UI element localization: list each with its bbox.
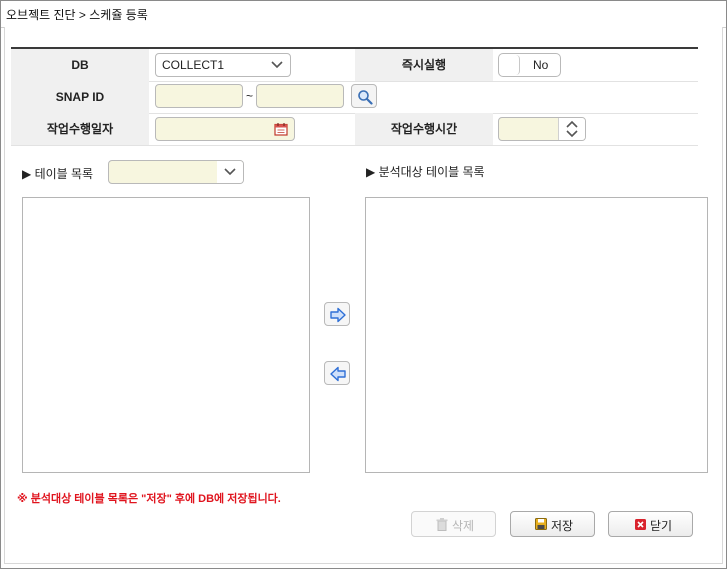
calendar-icon[interactable] <box>274 122 288 136</box>
title-bar: 오브젝트 진단 > 스케쥴 등록 <box>1 1 726 28</box>
arrow-right-icon <box>330 307 346 323</box>
chevron-down-icon <box>264 54 290 76</box>
time-input[interactable] <box>498 117 586 141</box>
arrow-left-icon <box>330 366 346 382</box>
snap-search-button[interactable] <box>351 84 377 108</box>
save-button[interactable]: 저장 <box>510 511 595 537</box>
db-label: DB <box>11 49 149 81</box>
save-button-label: 저장 <box>551 519 574 533</box>
form-row-snap: SNAP ID ~ <box>11 81 698 114</box>
snap-to-input[interactable] <box>256 84 344 108</box>
close-button[interactable]: 닫기 <box>608 511 693 537</box>
immediate-label: 즉시실행 <box>355 49 493 81</box>
snap-label: SNAP ID <box>11 81 149 113</box>
trash-icon <box>436 518 448 531</box>
move-right-button[interactable] <box>324 302 350 326</box>
search-icon <box>358 90 373 105</box>
chevron-down-icon <box>217 161 243 183</box>
source-table-select[interactable] <box>108 160 244 184</box>
close-icon <box>635 519 646 530</box>
form-row-db: DB COLLECT1 즉시실행 No <box>11 49 698 82</box>
target-table-list[interactable] <box>365 197 708 473</box>
delete-button-label: 삭제 <box>452 519 475 533</box>
db-select-value: COLLECT1 <box>162 58 225 72</box>
immediate-toggle[interactable]: No <box>498 53 561 77</box>
db-select[interactable]: COLLECT1 <box>155 53 291 77</box>
target-table-label: ▶ 분석대상 테이블 목록 <box>366 165 485 179</box>
time-spinner[interactable] <box>558 118 585 140</box>
close-button-label: 닫기 <box>650 519 673 533</box>
immediate-toggle-text: No <box>533 58 549 72</box>
date-input[interactable] <box>155 117 295 141</box>
source-table-list[interactable] <box>22 197 310 473</box>
chevron-up-icon <box>566 120 578 128</box>
date-label: 작업수행일자 <box>11 113 149 145</box>
delete-button[interactable]: 삭제 <box>411 511 496 537</box>
breadcrumb: 오브젝트 진단 > 스케쥴 등록 <box>6 8 148 22</box>
snap-from-input[interactable] <box>155 84 243 108</box>
snap-separator: ~ <box>246 89 254 103</box>
chevron-down-icon <box>566 130 578 138</box>
move-left-button[interactable] <box>324 361 350 385</box>
source-table-label: ▶ 테이블 목록 <box>22 167 94 181</box>
save-icon <box>535 518 547 530</box>
save-notice: ※ 분석대상 테이블 목록은 "저장" 후에 DB에 저장됩니다. <box>17 493 281 505</box>
form-row-schedule: 작업수행일자 작업수행시간 <box>11 113 698 146</box>
toggle-knob <box>500 55 520 75</box>
time-label: 작업수행시간 <box>355 113 493 145</box>
